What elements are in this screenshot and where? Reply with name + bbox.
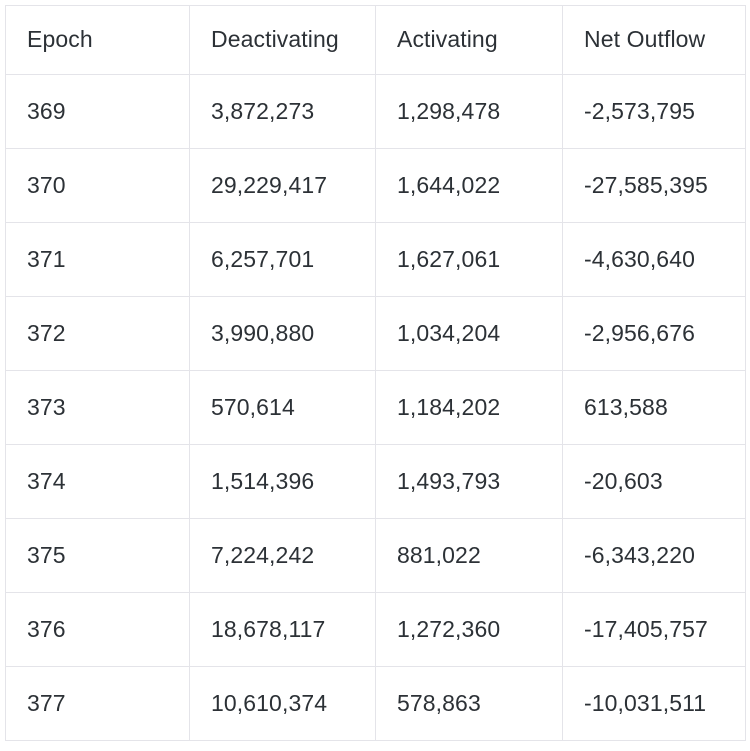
cell-deactivating: 1,514,396 (189, 444, 376, 519)
table-row: 370 29,229,417 1,644,022 -27,585,395 (5, 148, 746, 223)
table-container: Epoch Deactivating Activating Net Outflo… (5, 5, 746, 741)
table-header-row: Epoch Deactivating Activating Net Outflo… (5, 5, 746, 75)
cell-activating: 1,272,360 (375, 592, 563, 667)
cell-net-outflow: -20,603 (562, 444, 746, 519)
table-header: Epoch Deactivating Activating Net Outflo… (5, 5, 746, 75)
cell-deactivating: 3,872,273 (189, 74, 376, 149)
cell-epoch: 374 (5, 444, 190, 519)
cell-deactivating: 570,614 (189, 370, 376, 445)
cell-activating: 578,863 (375, 666, 563, 741)
table-row: 369 3,872,273 1,298,478 -2,573,795 (5, 74, 746, 149)
cell-net-outflow: -2,956,676 (562, 296, 746, 371)
table-row: 375 7,224,242 881,022 -6,343,220 (5, 518, 746, 593)
table-row: 374 1,514,396 1,493,793 -20,603 (5, 444, 746, 519)
cell-epoch: 370 (5, 148, 190, 223)
cell-deactivating: 10,610,374 (189, 666, 376, 741)
cell-epoch: 369 (5, 74, 190, 149)
cell-epoch: 375 (5, 518, 190, 593)
table-row: 377 10,610,374 578,863 -10,031,511 (5, 666, 746, 741)
cell-deactivating: 3,990,880 (189, 296, 376, 371)
cell-epoch: 373 (5, 370, 190, 445)
table-row: 373 570,614 1,184,202 613,588 (5, 370, 746, 445)
column-header-epoch[interactable]: Epoch (5, 5, 190, 75)
cell-net-outflow: -4,630,640 (562, 222, 746, 297)
cell-epoch: 377 (5, 666, 190, 741)
cell-net-outflow: -10,031,511 (562, 666, 746, 741)
cell-activating: 1,644,022 (375, 148, 563, 223)
cell-activating: 1,493,793 (375, 444, 563, 519)
cell-activating: 1,184,202 (375, 370, 563, 445)
table-row: 372 3,990,880 1,034,204 -2,956,676 (5, 296, 746, 371)
cell-deactivating: 18,678,117 (189, 592, 376, 667)
epoch-stake-flow-table: Epoch Deactivating Activating Net Outflo… (5, 5, 746, 741)
cell-deactivating: 6,257,701 (189, 222, 376, 297)
cell-deactivating: 29,229,417 (189, 148, 376, 223)
cell-epoch: 376 (5, 592, 190, 667)
cell-net-outflow: 613,588 (562, 370, 746, 445)
cell-net-outflow: -6,343,220 (562, 518, 746, 593)
cell-net-outflow: -2,573,795 (562, 74, 746, 149)
table-row: 371 6,257,701 1,627,061 -4,630,640 (5, 222, 746, 297)
cell-deactivating: 7,224,242 (189, 518, 376, 593)
cell-activating: 1,627,061 (375, 222, 563, 297)
table-body: 369 3,872,273 1,298,478 -2,573,795 370 2… (5, 74, 746, 741)
column-header-activating[interactable]: Activating (375, 5, 563, 75)
cell-activating: 1,034,204 (375, 296, 563, 371)
cell-activating: 881,022 (375, 518, 563, 593)
cell-epoch: 372 (5, 296, 190, 371)
cell-net-outflow: -27,585,395 (562, 148, 746, 223)
cell-epoch: 371 (5, 222, 190, 297)
column-header-net-outflow[interactable]: Net Outflow (562, 5, 746, 75)
cell-activating: 1,298,478 (375, 74, 563, 149)
cell-net-outflow: -17,405,757 (562, 592, 746, 667)
table-row: 376 18,678,117 1,272,360 -17,405,757 (5, 592, 746, 667)
column-header-deactivating[interactable]: Deactivating (189, 5, 376, 75)
